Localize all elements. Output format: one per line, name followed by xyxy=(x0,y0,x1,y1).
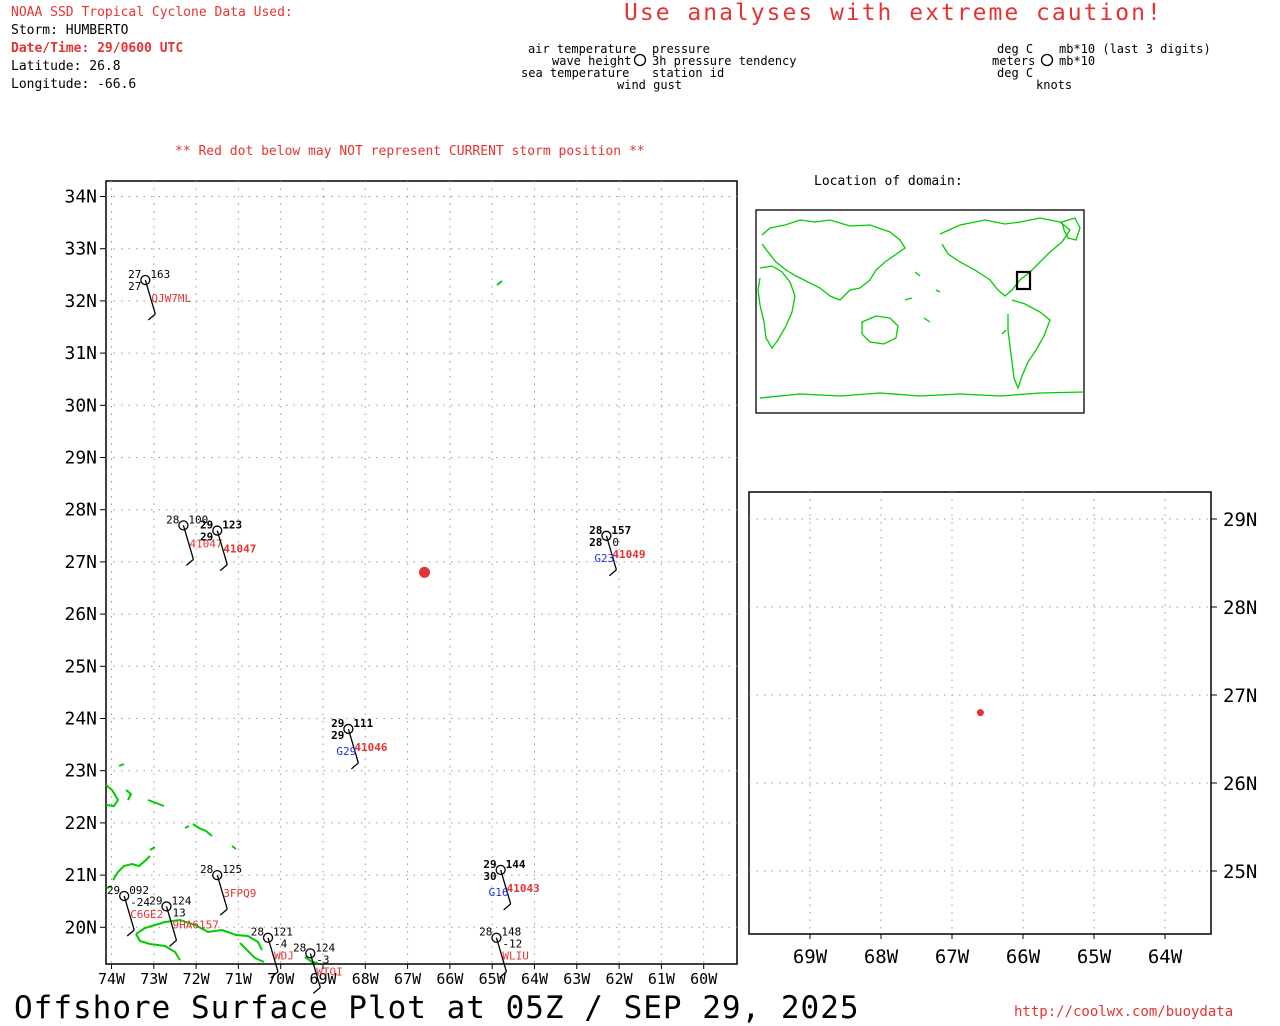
lat-tick-label: 24N xyxy=(64,709,97,730)
station-sea-temp: 29 xyxy=(200,531,213,544)
lat-tick-label: 28N xyxy=(64,500,97,521)
lon-tick-label: 64W xyxy=(521,970,549,988)
lat-tick-label: 23N xyxy=(64,761,97,782)
lon-tick-label: 61W xyxy=(648,970,676,988)
inset-world-map xyxy=(755,209,1085,414)
lon-tick-label: 67W xyxy=(394,970,422,988)
station-air-temp: 28 xyxy=(200,863,213,876)
lon-tick-label: 74W xyxy=(98,970,126,988)
zoom-lat-tick-label: 25N xyxy=(1223,861,1257,883)
station-wind-gust: G23 xyxy=(594,552,614,565)
station-sea-temp: 28 xyxy=(589,536,602,549)
zoom-lat-tick-label: 29N xyxy=(1223,509,1257,531)
map-canvas: 34N 33N 32N 31N 30N 29N 28N 27N 26N 25N 24N 23N 22N 2… xyxy=(64,53,1257,994)
zoom-lon-tick-label: 67W xyxy=(935,946,970,968)
lat-tick-label: 33N xyxy=(64,239,97,260)
station-id: 41047 xyxy=(223,543,256,556)
lon-tick-label: 63W xyxy=(563,970,591,988)
station-air-temp: 28 xyxy=(293,941,306,954)
lat-tick-label: 34N xyxy=(64,187,97,208)
lat-tick-label: 32N xyxy=(64,291,97,312)
zoom-lat-tick-label: 28N xyxy=(1223,597,1257,619)
inset-frame xyxy=(755,209,1085,414)
station-pressure: 123 xyxy=(222,519,242,532)
zoom-map: 29N 28N 27N 26N 25N 69W 68W 67W 66W 65W 64W xyxy=(748,491,1257,968)
legend-station-circle-icon xyxy=(633,53,647,67)
station-wind-gust: G29 xyxy=(336,745,356,758)
station-air-temp: 29 xyxy=(149,894,162,907)
lat-tick-label: 21N xyxy=(64,865,97,886)
lat-tick-label: 27N xyxy=(64,552,97,573)
lon-tick-label: 65W xyxy=(479,970,507,988)
storm-position-marker[interactable] xyxy=(419,566,431,578)
lat-tick-label: 30N xyxy=(64,395,97,416)
legend-units-circle-icon xyxy=(1040,53,1054,67)
station-air-temp: 28 xyxy=(166,513,179,526)
station-pressure: 125 xyxy=(222,863,242,876)
zoom-lon-tick-label: 69W xyxy=(793,946,828,968)
station-pressure: 144 xyxy=(506,858,526,871)
station-air-temp: 28 xyxy=(251,926,264,939)
station-id: 41046 xyxy=(354,741,387,754)
lon-tick-label: 66W xyxy=(436,970,464,988)
lat-tick-label: 31N xyxy=(64,343,97,364)
station-air-temp: 28 xyxy=(479,926,492,939)
wind-barb-flag-icon xyxy=(312,986,321,994)
station-id: 3FPQ9 xyxy=(223,887,256,900)
zoom-lon-tick-label: 65W xyxy=(1077,946,1112,968)
station-wind-gust: G16 xyxy=(489,886,509,899)
lat-tick-label: 29N xyxy=(64,448,97,469)
lon-tick-label: 72W xyxy=(183,970,211,988)
lat-tick-label: 22N xyxy=(64,813,97,834)
station-pressure: 163 xyxy=(150,268,170,281)
station-id: 41049 xyxy=(612,548,645,561)
lon-tick-label: 68W xyxy=(352,970,380,988)
station-id: WTOI xyxy=(316,965,343,978)
main-map: 34N 33N 32N 31N 30N 29N 28N 27N 26N 25N 24N 23N 22N 2… xyxy=(64,180,738,994)
zoom-lat-tick-label: 27N xyxy=(1223,685,1257,707)
zoom-lon-tick-label: 68W xyxy=(864,946,899,968)
station-id: QJW7ML xyxy=(151,292,191,305)
lat-tick-label: 25N xyxy=(64,656,97,677)
station-id: WLIU xyxy=(502,950,529,963)
lat-tick-label: 26N xyxy=(64,604,97,625)
zoom-lat-tick-label: 26N xyxy=(1223,773,1257,795)
lon-tick-label: 62W xyxy=(606,970,634,988)
station-sea-temp: 29 xyxy=(331,729,344,742)
station-sea-temp: 27 xyxy=(128,280,141,293)
station-id: WDJ xyxy=(274,950,294,963)
lat-tick-label: 20N xyxy=(64,917,97,938)
station-id: 9HA6157 xyxy=(172,918,218,931)
lon-tick-label: 70W xyxy=(267,970,295,988)
zoom-lon-tick-label: 66W xyxy=(1006,946,1041,968)
station-id: C6GE2 xyxy=(130,908,163,921)
station-air-temp: 29 xyxy=(107,884,120,897)
lon-tick-label: 60W xyxy=(690,970,718,988)
zoom-storm-position-marker[interactable] xyxy=(976,709,984,717)
zoom-lon-tick-label: 64W xyxy=(1148,946,1183,968)
station-sea-temp: 30 xyxy=(483,870,496,883)
lon-tick-label: 73W xyxy=(140,970,168,988)
station-id: 41043 xyxy=(507,882,540,895)
lon-tick-label: 71W xyxy=(225,970,253,988)
station-pressure: 111 xyxy=(353,717,373,730)
